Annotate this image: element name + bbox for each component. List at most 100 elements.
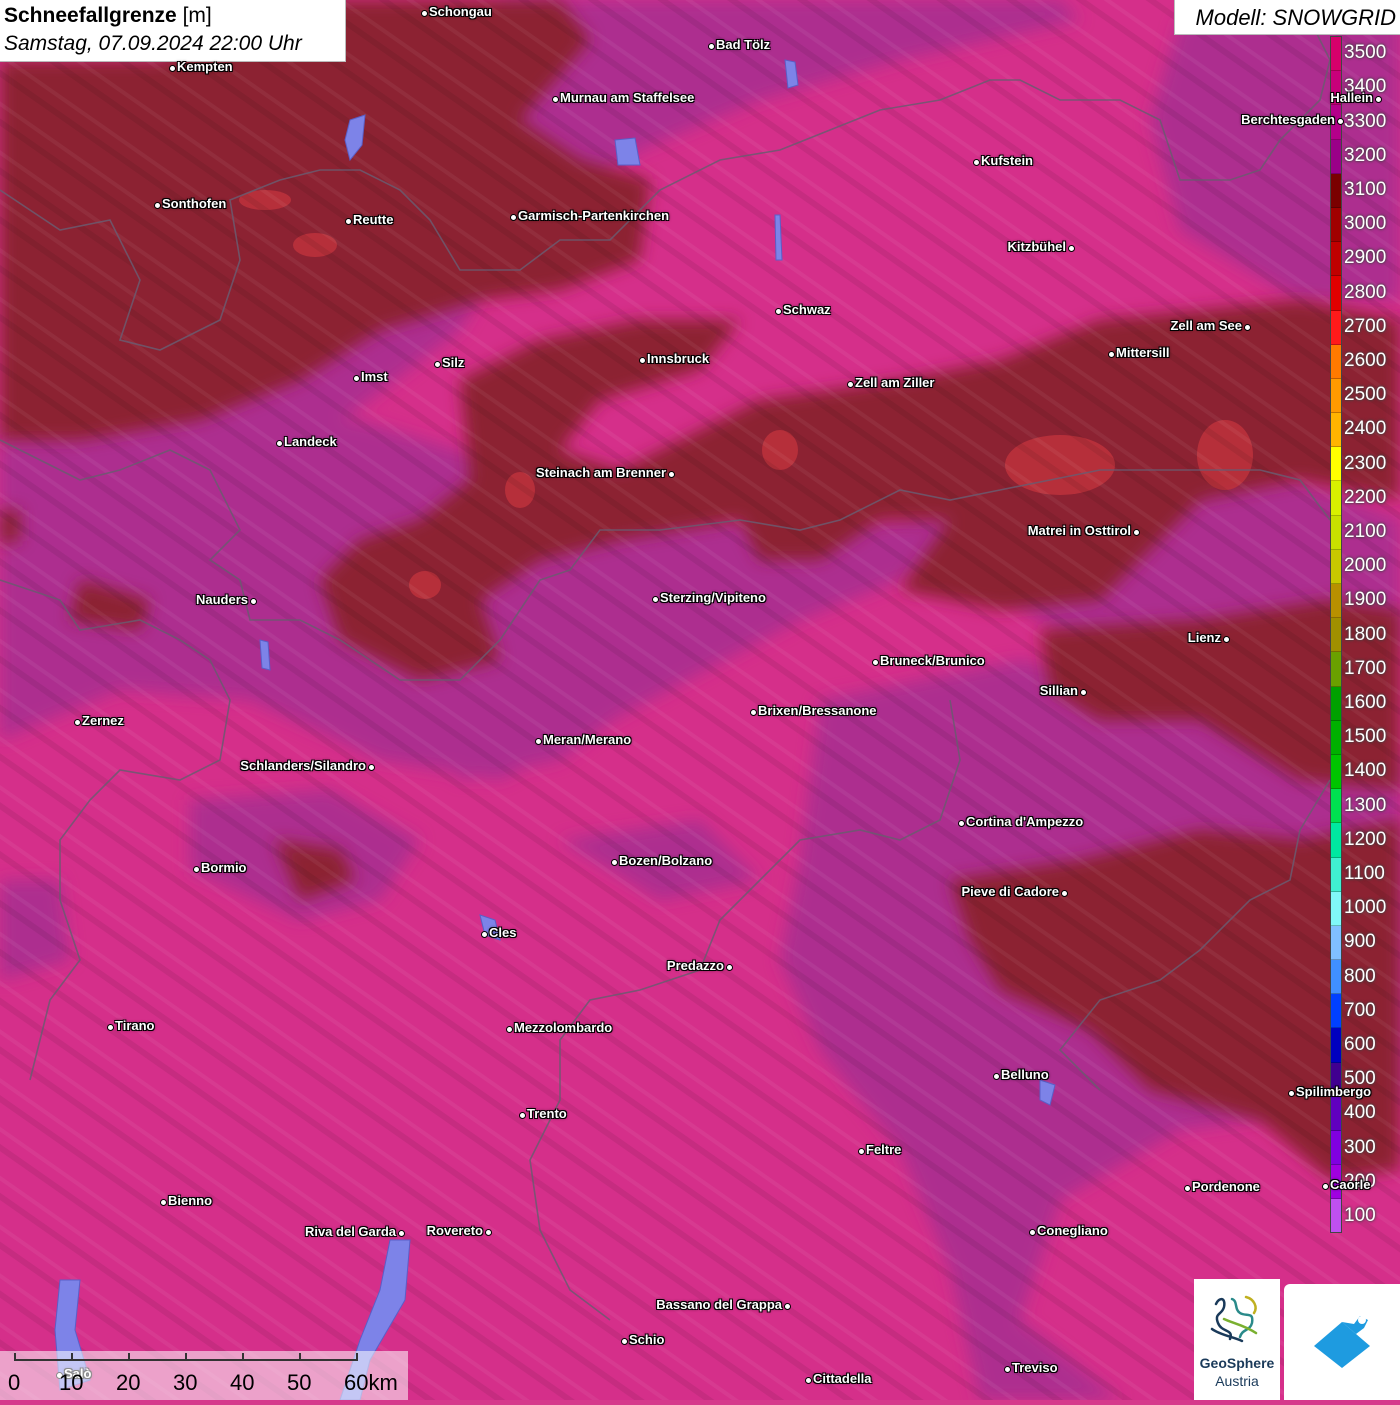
city-marker <box>1003 1365 1011 1373</box>
city-label: Sonthofen <box>162 196 227 211</box>
legend-label: 2100 <box>1344 520 1387 542</box>
scale-label: 40 <box>230 1370 255 1395</box>
legend-label: 3500 <box>1344 42 1387 64</box>
legend-label: 1600 <box>1344 691 1387 713</box>
city-marker <box>484 1228 492 1236</box>
city-label: Pordenone <box>1192 1179 1260 1194</box>
legend-label: 1400 <box>1344 760 1387 782</box>
city-marker <box>707 42 715 50</box>
city-label: Bormio <box>201 860 247 875</box>
geosphere-emblem-icon <box>1210 1295 1258 1343</box>
city-label: Mittersill <box>1116 345 1170 360</box>
city-label: Imst <box>361 369 388 384</box>
city-label: Kufstein <box>981 153 1033 168</box>
legend-swatch <box>1331 720 1341 755</box>
city-label: Trento <box>527 1106 567 1121</box>
city-marker <box>957 819 965 827</box>
variable-unit: [m] <box>182 4 212 27</box>
logo-name-line2: Austria <box>1215 1373 1259 1389</box>
city-marker <box>168 64 176 72</box>
legend-swatch <box>1331 207 1341 243</box>
city-marker <box>1028 1228 1036 1236</box>
scale-label: 0 <box>8 1370 21 1395</box>
city-marker <box>804 1376 812 1384</box>
legend-label: 1700 <box>1344 657 1387 679</box>
legend-label: 2600 <box>1344 349 1387 371</box>
app-house-icon <box>1314 1316 1370 1368</box>
legend-swatch <box>1331 276 1341 311</box>
legend-swatch <box>1331 1028 1341 1063</box>
city-marker <box>1067 244 1075 252</box>
city-marker <box>725 963 733 971</box>
scale-label: 60km <box>344 1370 398 1395</box>
legend-swatch <box>1331 481 1341 516</box>
city-label: Bad Tölz <box>716 37 771 52</box>
city-label: Berchtesgaden <box>1241 112 1335 127</box>
legend-swatch <box>1331 960 1341 995</box>
legend-swatch <box>1331 686 1341 721</box>
city-label: Rovereto <box>426 1223 483 1238</box>
city-label: Sterzing/Vipiteno <box>660 590 766 605</box>
city-label: Lienz <box>1187 630 1221 645</box>
scale-tick <box>71 1353 73 1361</box>
city-marker <box>1374 95 1382 103</box>
city-marker <box>249 597 257 605</box>
legend-swatch <box>1331 139 1341 174</box>
legend-swatch <box>1331 173 1341 208</box>
city-label: Bienno <box>168 1193 213 1208</box>
city-label: Meran/Merano <box>543 732 632 747</box>
legend-swatch <box>1331 925 1341 961</box>
city-label: Schio <box>629 1332 665 1347</box>
legend-label: 2700 <box>1344 315 1387 337</box>
legend-label: 1200 <box>1344 828 1387 850</box>
city-label: Matrei in Osttirol <box>1027 523 1131 538</box>
city-marker <box>972 158 980 166</box>
logo-name-line1: GeoSphere <box>1199 1355 1275 1371</box>
city-marker <box>534 737 542 745</box>
legend-label: 300 <box>1344 1136 1376 1158</box>
city-label: Zernez <box>82 713 124 728</box>
legend-swatch <box>1331 37 1341 72</box>
legend-swatch <box>1331 754 1341 790</box>
forecast-datetime: Samstag, 07.09.2024 22:00 Uhr <box>4 32 302 55</box>
legend-swatch <box>1331 447 1341 482</box>
scale-label: 30 <box>173 1370 198 1395</box>
legend-swatch <box>1331 857 1341 892</box>
map-title-box: Schneefallgrenze [m] Samstag, 07.09.2024… <box>0 0 346 62</box>
city-label: Treviso <box>1012 1360 1058 1375</box>
city-marker <box>1222 635 1230 643</box>
legend-swatch <box>1331 891 1341 926</box>
geosphere-logo[interactable]: GeoSphere Austria <box>1194 1279 1280 1400</box>
legend-label: 2800 <box>1344 281 1387 303</box>
city-marker <box>774 307 782 315</box>
legend-swatch <box>1331 618 1341 653</box>
city-label: Kitzbühel <box>1007 239 1067 254</box>
city-marker <box>275 439 283 447</box>
city-marker <box>1183 1184 1191 1192</box>
legend-label: 1500 <box>1344 726 1387 748</box>
legend-label: 1900 <box>1344 589 1387 611</box>
legend-swatch <box>1331 413 1341 448</box>
app-logo[interactable] <box>1284 1284 1400 1400</box>
scale-tick <box>242 1353 244 1361</box>
legend-swatch <box>1331 823 1341 858</box>
city-label: Caorle <box>1330 1177 1371 1192</box>
city-label: Kempten <box>177 59 233 74</box>
city-label: Brixen/Bressanone <box>758 703 877 718</box>
city-marker <box>192 865 200 873</box>
scale-tick <box>299 1353 301 1361</box>
city-label: Bassano del Grappa <box>656 1297 782 1312</box>
legend-swatch <box>1331 378 1341 414</box>
scale-tick <box>185 1353 187 1361</box>
legend-swatch <box>1331 1131 1341 1166</box>
city-marker <box>846 380 854 388</box>
legend-swatch <box>1331 515 1341 550</box>
city-marker <box>397 1229 405 1237</box>
legend-label: 2200 <box>1344 486 1387 508</box>
city-label: Belluno <box>1001 1067 1049 1082</box>
city-label: Cortina d'Ampezzo <box>966 814 1084 829</box>
city-marker <box>1132 528 1140 536</box>
legend-swatch <box>1331 584 1341 619</box>
scale-bar: 0 10 20 30 40 50 60km <box>0 1351 408 1400</box>
city-marker <box>1336 117 1344 125</box>
